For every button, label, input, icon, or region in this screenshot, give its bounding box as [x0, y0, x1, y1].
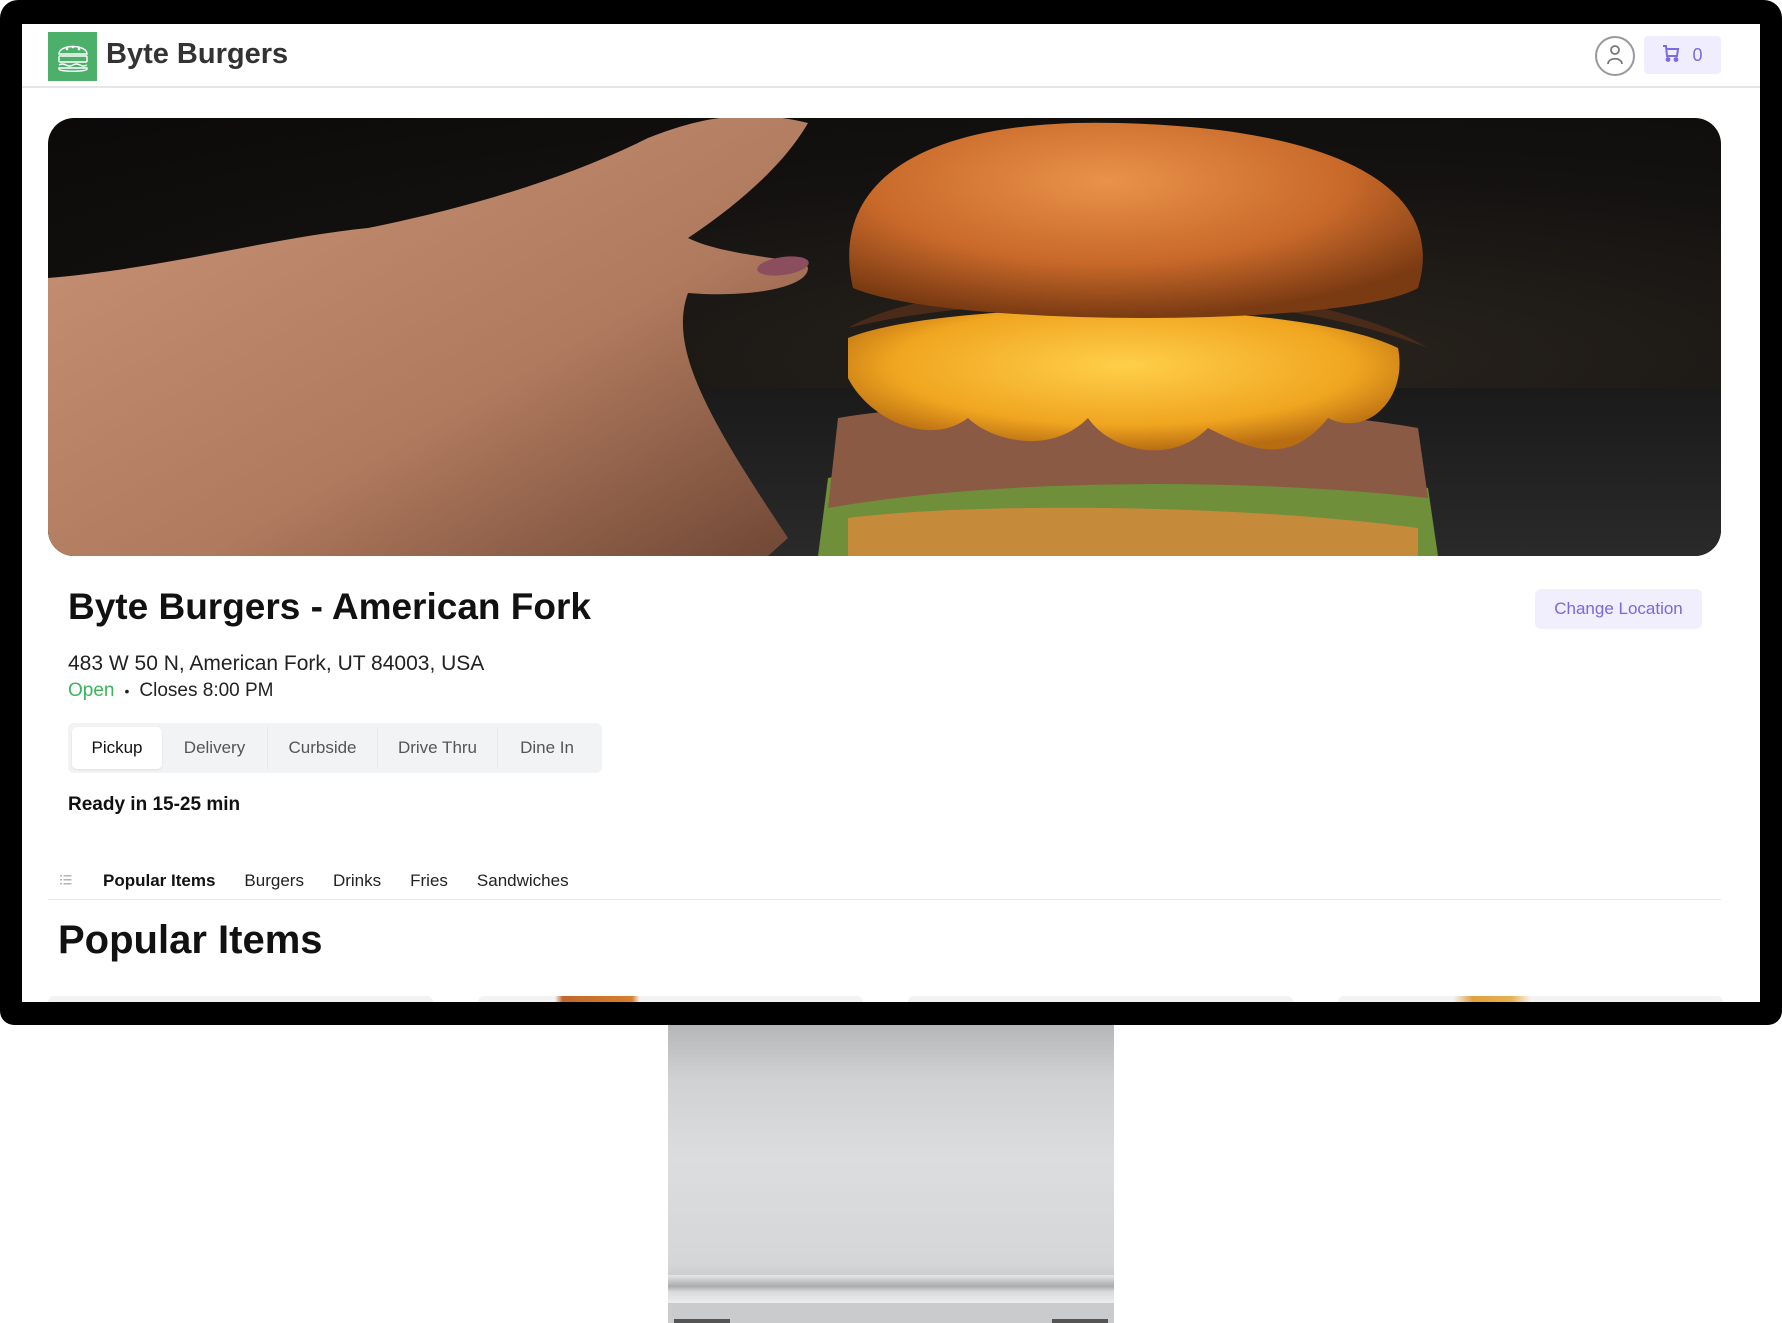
category-burgers[interactable]: Burgers — [244, 871, 304, 891]
category-sandwiches[interactable]: Sandwiches — [477, 871, 569, 891]
category-popular-items[interactable]: Popular Items — [103, 871, 215, 891]
tab-dine-in[interactable]: Dine In — [498, 727, 596, 769]
product-card[interactable] — [1338, 996, 1723, 1002]
store-hours: Open • Closes 8:00 PM — [68, 680, 274, 702]
ready-time: Ready in 15-25 min — [68, 794, 241, 815]
tab-pickup[interactable]: Pickup — [72, 727, 162, 769]
user-icon — [1605, 44, 1625, 69]
product-cards-peek — [48, 996, 1723, 1002]
stand-base — [668, 1275, 1114, 1303]
store-title: Byte Burgers - American Fork — [68, 586, 591, 627]
stand-foot — [674, 1319, 730, 1323]
cart-icon — [1662, 44, 1680, 67]
brand-name[interactable]: Byte Burgers — [106, 38, 288, 71]
cart-button[interactable]: 0 — [1644, 36, 1721, 74]
product-card[interactable] — [48, 996, 433, 1002]
order-type-tabs: Pickup Delivery Curbside Drive Thru Dine… — [68, 723, 602, 773]
list-icon[interactable] — [60, 873, 74, 888]
product-card[interactable] — [908, 996, 1293, 1002]
browser-screen: Byte Burgers 0 Byte Burgers - American F… — [22, 24, 1760, 1002]
section-title: Popular Items — [58, 918, 323, 962]
category-fries[interactable]: Fries — [410, 871, 448, 891]
account-button[interactable] — [1595, 36, 1635, 76]
burger-photo — [48, 118, 1721, 556]
open-status: Open — [68, 680, 115, 701]
category-nav: Popular Items Burgers Drinks Fries Sandw… — [48, 862, 1721, 900]
category-drinks[interactable]: Drinks — [333, 871, 381, 891]
closing-time: Closes 8:00 PM — [139, 680, 274, 701]
hero-image — [48, 118, 1721, 556]
site-header: Byte Burgers 0 — [22, 24, 1760, 88]
product-card[interactable] — [478, 996, 863, 1002]
burger-logo-icon[interactable] — [48, 32, 97, 81]
tab-drive-thru[interactable]: Drive Thru — [378, 727, 498, 769]
stand-foot — [1052, 1319, 1108, 1323]
monitor-stand — [668, 1025, 1114, 1323]
change-location-button[interactable]: Change Location — [1535, 589, 1702, 629]
separator-dot: • — [124, 683, 130, 699]
store-address: 483 W 50 N, American Fork, UT 84003, USA — [68, 652, 485, 675]
tab-delivery[interactable]: Delivery — [162, 727, 268, 769]
monitor-bezel: Byte Burgers 0 Byte Burgers - American F… — [0, 0, 1782, 1025]
tab-curbside[interactable]: Curbside — [268, 727, 378, 769]
cart-count: 0 — [1692, 44, 1703, 65]
